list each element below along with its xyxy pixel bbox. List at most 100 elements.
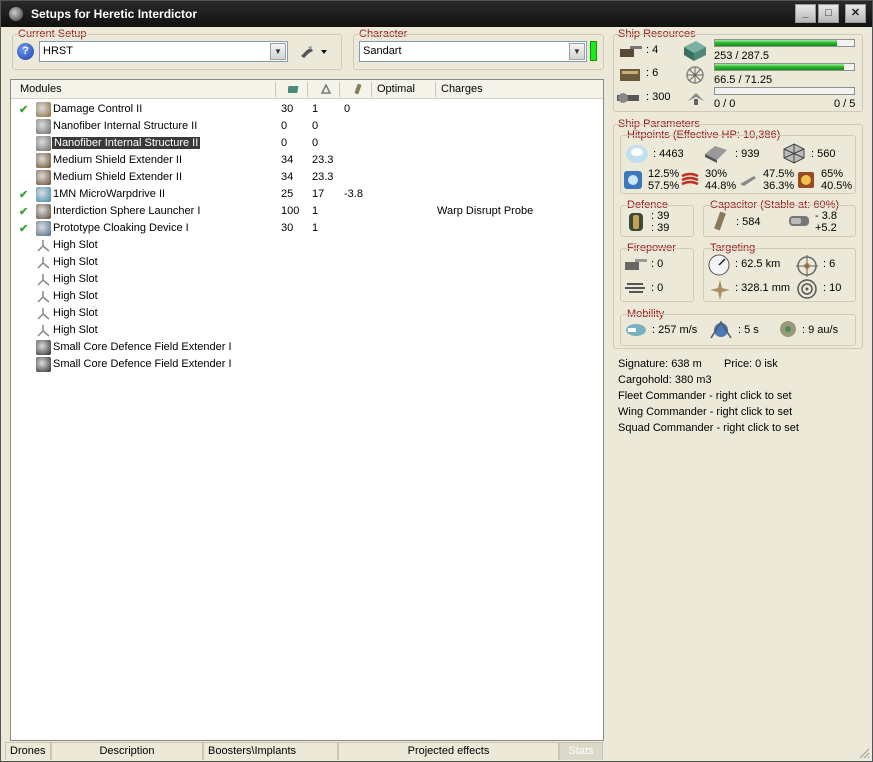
module-name: High Slot bbox=[53, 273, 98, 285]
module-name: Small Core Defence Field Extender I bbox=[53, 341, 232, 353]
module-power: 0 bbox=[312, 120, 319, 132]
module-power: 17 bbox=[312, 188, 325, 200]
module-row[interactable]: ✔ Interdiction Sphere Launcher I 100 1 Warp … bbox=[11, 203, 603, 220]
tools-icon bbox=[301, 46, 327, 58]
explosive-resist-armor: 40.5% bbox=[821, 180, 853, 192]
bottom-tab-bar: Drones Description Boosters\Implants Pro… bbox=[5, 742, 605, 760]
module-row[interactable]: Nanofiber Internal Structure II 0 0 bbox=[11, 118, 603, 135]
fleet-commander[interactable]: Fleet Commander - right click to set bbox=[618, 390, 792, 402]
calibration-icon bbox=[617, 93, 639, 103]
module-cpu: 30 bbox=[281, 103, 294, 115]
module-row[interactable]: Nanofiber Internal Structure II 0 0 bbox=[11, 135, 603, 152]
module-name: Prototype Cloaking Device I bbox=[53, 222, 189, 234]
max-velocity: : 257 m/s bbox=[652, 324, 698, 336]
module-row[interactable]: High Slot bbox=[11, 322, 603, 339]
cpu-icon[interactable] bbox=[288, 83, 300, 95]
capacitor-icon[interactable] bbox=[352, 83, 364, 95]
thermal-resist-icon bbox=[681, 172, 699, 186]
tab-stats[interactable]: Stats bbox=[559, 742, 603, 760]
online-check-icon[interactable]: ✔ bbox=[19, 188, 28, 201]
chevron-down-icon[interactable]: ▼ bbox=[270, 43, 286, 60]
nanofiber-icon bbox=[36, 119, 51, 134]
modules-column-header[interactable]: Modules bbox=[20, 83, 62, 95]
drone-bandwidth-text: 0 / 5 bbox=[834, 98, 856, 110]
tab-boosters-implants[interactable]: Boosters\Implants bbox=[203, 742, 338, 760]
cpu-text: 253 / 287.5 bbox=[714, 50, 770, 62]
module-name: Small Core Defence Field Extender I bbox=[53, 358, 232, 370]
module-row[interactable]: Small Core Defence Field Extender I bbox=[11, 356, 603, 373]
module-row[interactable]: High Slot bbox=[11, 305, 603, 322]
warp-speed: : 9 au/s bbox=[802, 324, 839, 336]
module-row[interactable]: ✔ Damage Control II 30 1 0 bbox=[11, 101, 603, 118]
launcher-count: : 6 bbox=[646, 67, 659, 79]
wing-commander[interactable]: Wing Commander - right click to set bbox=[618, 406, 792, 418]
rig-icon bbox=[36, 357, 51, 372]
shield-extender-icon bbox=[36, 153, 51, 168]
em-resist-shield: 12.5% bbox=[648, 168, 680, 180]
powergrid-icon bbox=[686, 66, 704, 84]
thermal-resist-armor: 44.8% bbox=[705, 180, 737, 192]
powergrid-icon[interactable] bbox=[320, 83, 332, 95]
close-button[interactable]: ✕ bbox=[845, 4, 866, 23]
em-resist-icon bbox=[624, 171, 642, 189]
explosive-resist-shield: 65% bbox=[821, 168, 844, 180]
armor-hp-icon bbox=[705, 146, 727, 163]
title-bar[interactable]: Setups for Heretic Interdictor _ □ ✕ bbox=[1, 1, 872, 27]
module-name: High Slot bbox=[53, 239, 98, 251]
nanofiber-icon bbox=[36, 136, 51, 151]
velocity-icon bbox=[626, 324, 646, 336]
launcher-hardpoint-icon bbox=[620, 69, 640, 81]
scan-resolution: : 328.1 mm bbox=[735, 282, 791, 294]
missile-dps-icon bbox=[625, 283, 645, 293]
maximize-button[interactable]: □ bbox=[818, 4, 839, 23]
modules-list[interactable]: Modules Optimal Charges ✔ Damage Control … bbox=[10, 79, 604, 741]
optimal-column-header[interactable]: Optimal bbox=[377, 83, 415, 95]
module-row[interactable]: High Slot bbox=[11, 288, 603, 305]
setup-select-value: HRST bbox=[43, 45, 73, 57]
module-row[interactable]: Medium Shield Extender II 34 23.3 bbox=[11, 152, 603, 169]
turret-dps: : 0 bbox=[651, 258, 664, 270]
turret-count: : 4 bbox=[646, 44, 659, 56]
minimize-button[interactable]: _ bbox=[795, 4, 816, 23]
capacitor-recharge-icon bbox=[789, 216, 809, 226]
tab-drones[interactable]: Drones bbox=[5, 742, 51, 760]
cpu-bar bbox=[714, 39, 855, 47]
module-row[interactable]: High Slot bbox=[11, 271, 603, 288]
tab-description[interactable]: Description bbox=[51, 742, 203, 760]
online-check-icon[interactable]: ✔ bbox=[19, 103, 28, 116]
capacitor-icon bbox=[714, 211, 726, 231]
chevron-down-icon[interactable]: ▼ bbox=[569, 43, 585, 60]
module-row[interactable]: ✔ Prototype Cloaking Device I 30 1 bbox=[11, 220, 603, 237]
align-time-icon bbox=[710, 320, 732, 339]
modules-header: Modules Optimal Charges bbox=[11, 80, 603, 99]
app-icon bbox=[9, 7, 23, 21]
character-select[interactable]: Sandart ▼ bbox=[359, 41, 587, 62]
capacitor-delta-1: - 3.8 bbox=[815, 210, 838, 222]
module-name: High Slot bbox=[53, 256, 98, 268]
max-targets-icon bbox=[796, 255, 818, 277]
module-name: 1MN MicroWarpdrive II bbox=[53, 188, 166, 200]
character-select-value: Sandart bbox=[363, 45, 402, 57]
charges-column-header[interactable]: Charges bbox=[441, 83, 483, 95]
setup-tools-dropdown[interactable] bbox=[299, 44, 331, 60]
squad-commander[interactable]: Squad Commander - right click to set bbox=[618, 422, 799, 434]
module-row[interactable]: ✔ 1MN MicroWarpdrive II 25 17 -3.8 bbox=[11, 186, 603, 203]
microwarpdrive-icon bbox=[36, 187, 51, 202]
defence-value-2: : 39 bbox=[651, 222, 670, 234]
module-power: 23.3 bbox=[312, 171, 334, 183]
module-row[interactable]: Medium Shield Extender II 34 23.3 bbox=[11, 169, 603, 186]
module-row[interactable]: High Slot bbox=[11, 254, 603, 271]
tab-projected-effects[interactable]: Projected effects bbox=[338, 742, 559, 760]
resize-grip-icon[interactable] bbox=[858, 747, 870, 759]
module-row[interactable]: Small Core Defence Field Extender I bbox=[11, 339, 603, 356]
help-icon[interactable]: ? bbox=[17, 43, 34, 60]
launcher-icon bbox=[36, 204, 51, 219]
online-check-icon[interactable]: ✔ bbox=[19, 205, 28, 218]
module-name: High Slot bbox=[53, 290, 98, 302]
module-row[interactable]: High Slot bbox=[11, 237, 603, 254]
window-controls: _ □ ✕ bbox=[795, 4, 866, 23]
online-check-icon[interactable]: ✔ bbox=[19, 222, 28, 235]
module-cpu: 0 bbox=[281, 137, 288, 149]
kinetic-resist-icon bbox=[740, 176, 756, 186]
setup-select[interactable]: HRST ▼ bbox=[39, 41, 288, 62]
